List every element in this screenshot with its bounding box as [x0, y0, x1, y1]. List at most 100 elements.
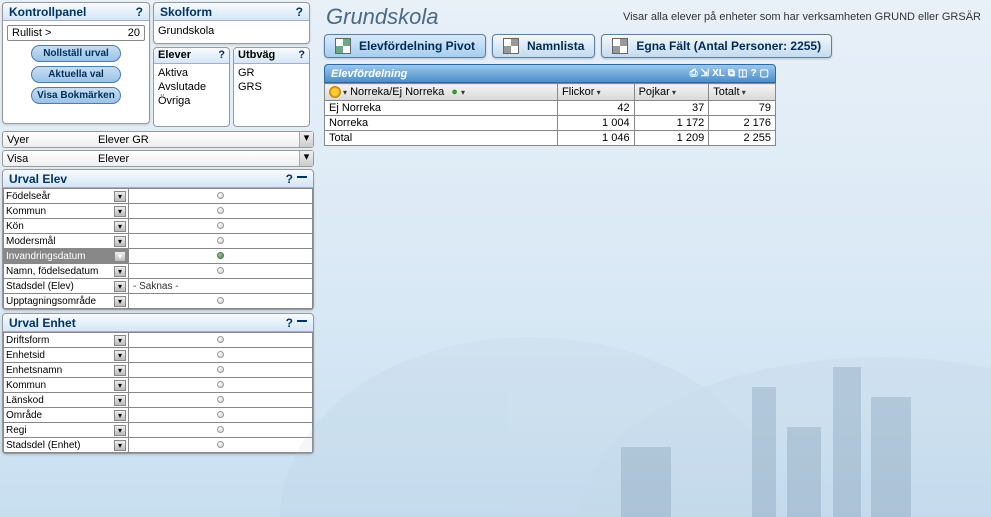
nollstall-button[interactable]: Nollställ urval	[31, 45, 121, 62]
chevron-down-icon[interactable]: ▾	[114, 365, 126, 376]
export-icon[interactable]: ⇲	[701, 68, 709, 79]
tab-egna-label: Egna Fält (Antal Personer: 2255)	[636, 39, 821, 53]
field-name[interactable]: Modersmål▾	[4, 234, 129, 249]
tab-namnlista[interactable]: Namnlista	[492, 34, 595, 58]
rullist-label: Rullist >	[12, 27, 51, 39]
help-icon[interactable]: ?	[286, 316, 293, 330]
background-art	[320, 297, 991, 517]
col-header[interactable]: Pojkar ▾	[634, 84, 709, 101]
skolform-title: Skolform	[160, 5, 212, 19]
help-icon[interactable]: ?	[136, 5, 143, 19]
visa-dropdown[interactable]: Visa Elever ▾	[2, 150, 314, 167]
field-name[interactable]: Stadsdel (Enhet)▾	[4, 438, 129, 453]
field-name[interactable]: Invandringsdatum▾	[4, 249, 129, 264]
field-name[interactable]: Område▾	[4, 408, 129, 423]
field-value[interactable]	[129, 264, 313, 279]
cell: 2 176	[709, 116, 776, 131]
col-header[interactable]: Flickor ▾	[558, 84, 635, 101]
field-name[interactable]: Namn, födelsedatum▾	[4, 264, 129, 279]
skolform-value[interactable]: Grundskola	[158, 25, 214, 37]
field-value[interactable]	[129, 348, 313, 363]
print-icon[interactable]: ⎙	[690, 68, 698, 79]
field-name[interactable]: Stadsdel (Elev)▾	[4, 279, 129, 294]
chevron-down-icon[interactable]: ▾	[114, 221, 126, 232]
dim-header[interactable]: ▾ Norreka/Ej Norreka ● ▾	[325, 84, 558, 101]
chart-icon[interactable]: ◫	[738, 68, 747, 79]
chevron-down-icon[interactable]: ▾	[114, 206, 126, 217]
list-item[interactable]: Övriga	[158, 94, 225, 108]
field-name[interactable]: Regi▾	[4, 423, 129, 438]
chevron-down-icon[interactable]: ▾	[114, 410, 126, 421]
chevron-down-icon[interactable]: ▾	[114, 425, 126, 436]
tab-pivot[interactable]: Elevfördelning Pivot	[324, 34, 486, 58]
field-value[interactable]	[129, 408, 313, 423]
chevron-down-icon[interactable]: ▾	[114, 236, 126, 247]
chevron-down-icon[interactable]: ▾	[299, 151, 313, 166]
field-name[interactable]: Enhetsnamn▾	[4, 363, 129, 378]
field-name[interactable]: Kommun▾	[4, 378, 129, 393]
row-label[interactable]: Norreka	[325, 116, 558, 131]
field-name[interactable]: Kön▾	[4, 219, 129, 234]
excel-icon[interactable]: XL	[712, 68, 725, 79]
cell: 2 255	[709, 131, 776, 146]
help-icon[interactable]: ?	[298, 49, 305, 62]
aktuella-button[interactable]: Aktuella val	[31, 66, 121, 83]
col-header[interactable]: Totalt ▾	[709, 84, 776, 101]
field-value[interactable]	[129, 423, 313, 438]
chevron-down-icon[interactable]: ▾	[114, 395, 126, 406]
field-value[interactable]	[129, 204, 313, 219]
help-icon[interactable]: ?	[286, 172, 293, 186]
list-item[interactable]: GR	[238, 66, 305, 80]
pivot-icon[interactable]	[329, 86, 341, 98]
help-icon[interactable]: ?	[218, 49, 225, 62]
rullist-value[interactable]: 20	[128, 27, 140, 39]
field-name[interactable]: Länskod▾	[4, 393, 129, 408]
field-value[interactable]	[129, 249, 313, 264]
field-value[interactable]	[129, 189, 313, 204]
collapse-icon[interactable]: ▢	[760, 68, 769, 79]
field-value[interactable]	[129, 294, 313, 309]
field-name[interactable]: Upptagningsområde▾	[4, 294, 129, 309]
row-label[interactable]: Total	[325, 131, 558, 146]
chevron-down-icon[interactable]: ▾	[114, 266, 126, 277]
chevron-down-icon[interactable]: ▾	[114, 251, 126, 262]
chevron-down-icon[interactable]: ▾	[114, 296, 126, 307]
field-value[interactable]	[129, 333, 313, 348]
chevron-down-icon[interactable]: ▾	[114, 335, 126, 346]
chevron-down-icon[interactable]: ▾	[299, 132, 313, 147]
collapse-icon[interactable]	[297, 176, 307, 178]
field-value[interactable]: - Saknas -	[129, 279, 313, 294]
field-name[interactable]: Kommun▾	[4, 204, 129, 219]
tab-egna[interactable]: Egna Fält (Antal Personer: 2255)	[601, 34, 832, 58]
elever-panel: Elever? AktivaAvslutadeÖvriga	[153, 47, 230, 127]
field-value[interactable]	[129, 234, 313, 249]
field-name[interactable]: Födelseår▾	[4, 189, 129, 204]
help-icon[interactable]: ?	[296, 5, 303, 19]
field-value[interactable]	[129, 219, 313, 234]
chevron-down-icon[interactable]: ▾	[114, 191, 126, 202]
data-title: Elevfördelning	[331, 68, 407, 80]
chevron-down-icon[interactable]: ▾	[114, 440, 126, 451]
chevron-down-icon[interactable]: ▾	[114, 380, 126, 391]
field-value[interactable]	[129, 378, 313, 393]
cell: 37	[634, 101, 709, 116]
vyer-dropdown[interactable]: Vyer Elever GR ▾	[2, 131, 314, 148]
row-label[interactable]: Ej Norreka	[325, 101, 558, 116]
collapse-icon[interactable]	[297, 320, 307, 322]
field-value[interactable]	[129, 363, 313, 378]
list-item[interactable]: Avslutade	[158, 80, 225, 94]
bokmarken-button[interactable]: Visa Bokmärken	[31, 87, 121, 104]
copy-icon[interactable]: ⧉	[728, 68, 735, 79]
field-name[interactable]: Driftsform▾	[4, 333, 129, 348]
chevron-down-icon[interactable]: ▾	[114, 281, 126, 292]
list-item[interactable]: Aktiva	[158, 66, 225, 80]
visa-value: Elever	[98, 153, 299, 165]
list-item[interactable]: GRS	[238, 80, 305, 94]
help-icon[interactable]: ?	[750, 68, 756, 79]
field-value[interactable]	[129, 393, 313, 408]
grid-icon	[503, 38, 519, 54]
urval-elev-panel: Urval Elev? Födelseår▾Kommun▾Kön▾Modersm…	[2, 169, 314, 310]
chevron-down-icon[interactable]: ▾	[114, 350, 126, 361]
field-value[interactable]	[129, 438, 313, 453]
field-name[interactable]: Enhetsid▾	[4, 348, 129, 363]
